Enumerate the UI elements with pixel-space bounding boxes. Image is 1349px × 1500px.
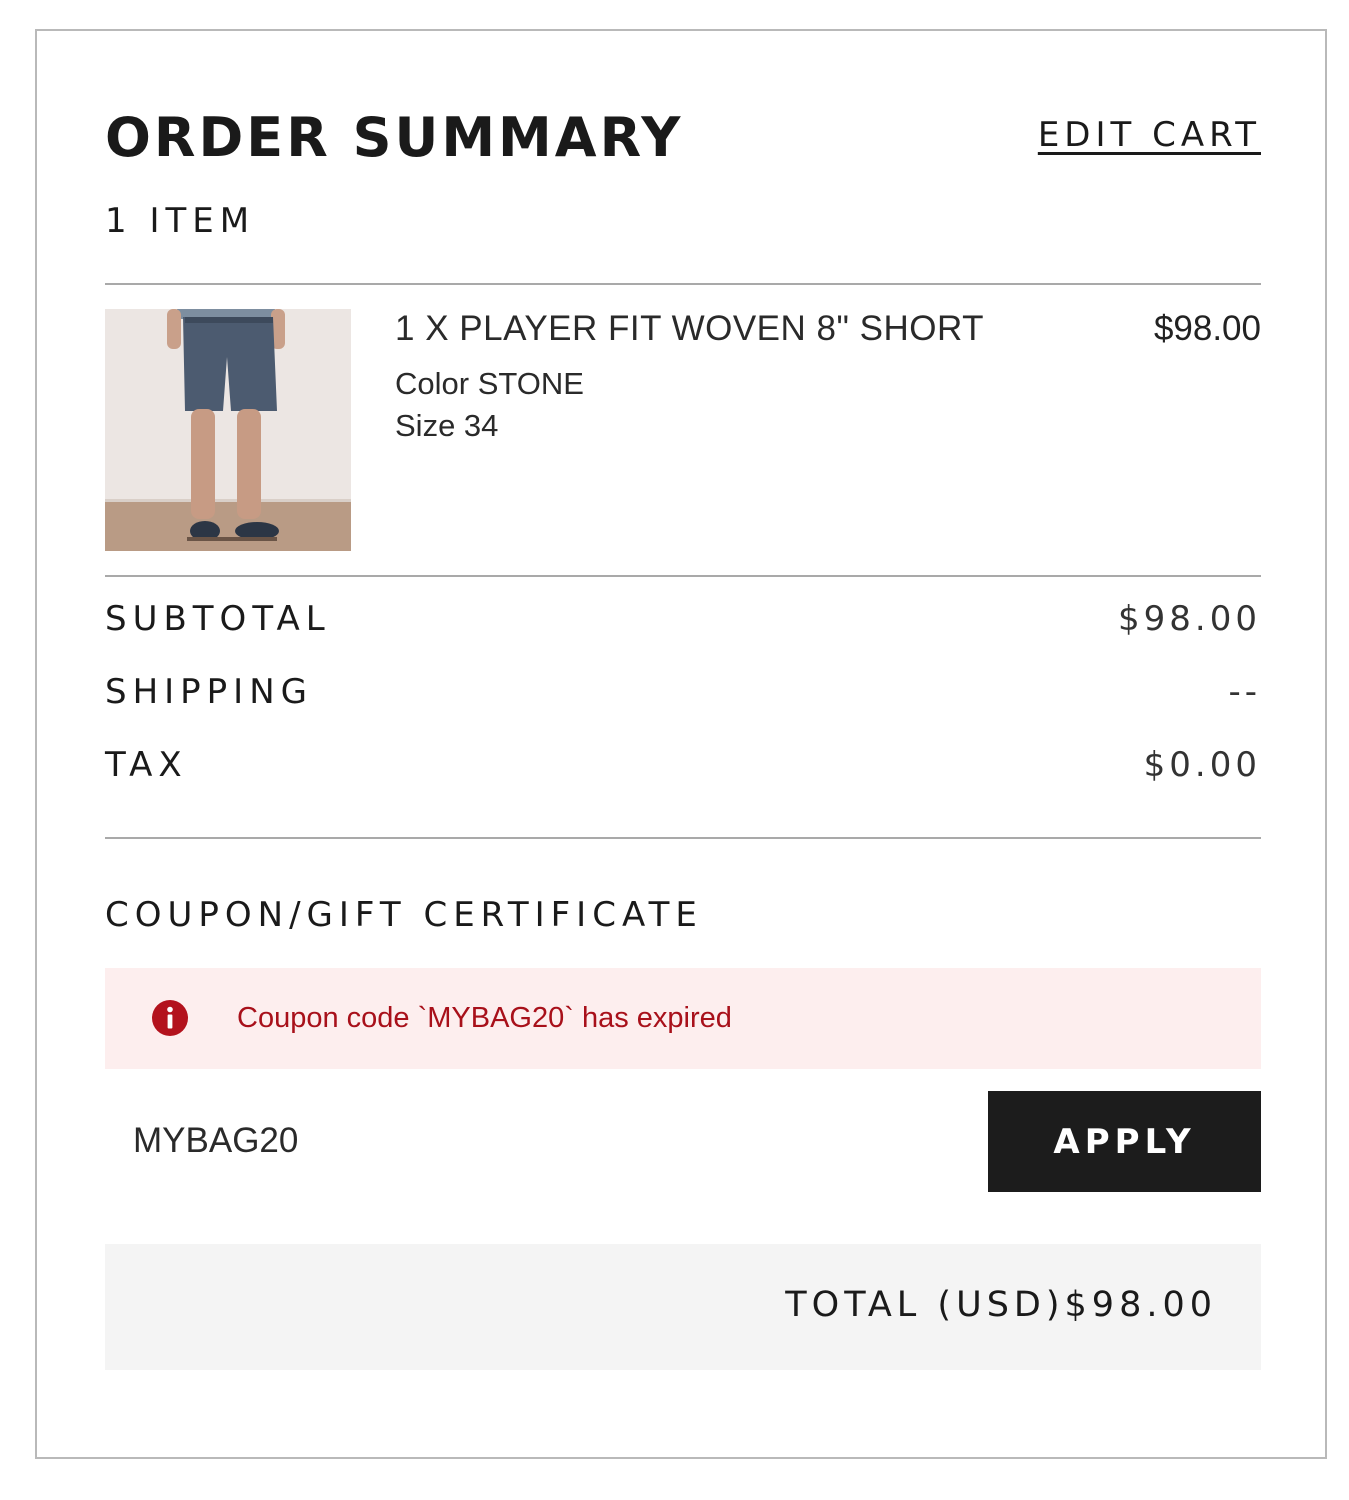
subtotal-row: SUBTOTAL $98.00 [105,595,1261,643]
shipping-value: -- [1228,672,1261,712]
coupon-heading: COUPON/GIFT CERTIFICATE [105,895,703,935]
cart-item: 1 X PLAYER FIT WOVEN 8" SHORT Color STON… [105,309,1261,551]
info-icon [151,999,189,1037]
item-count: 1 ITEM [105,201,256,241]
product-image [105,309,351,551]
apply-coupon-button[interactable]: APPLY [988,1091,1261,1192]
tax-label: TAX [105,745,188,785]
total-box: TOTAL (USD)$98.00 [105,1244,1261,1370]
total-label: TOTAL (USD) [785,1285,1065,1325]
divider [105,283,1261,285]
tax-row: TAX $0.00 [105,741,1261,789]
order-total: TOTAL (USD)$98.00 [785,1244,1217,1366]
edit-cart-link[interactable]: EDIT CART [1038,113,1261,157]
product-color: Color STONE [395,366,584,401]
coupon-error-message: Coupon code `MYBAG20` has expired [237,1002,732,1034]
shipping-label: SHIPPING [105,672,313,712]
product-price: $98.00 [1153,309,1261,348]
product-details: 1 X PLAYER FIT WOVEN 8" SHORT Color STON… [395,309,995,447]
coupon-error-alert: Coupon code `MYBAG20` has expired [105,968,1261,1069]
subtotal-label: SUBTOTAL [105,599,331,639]
coupon-input[interactable] [105,1091,965,1191]
order-summary-card: ORDER SUMMARY EDIT CART 1 ITEM 1 X PLAYE… [35,29,1327,1459]
page-title: ORDER SUMMARY [105,106,684,169]
product-name: 1 X PLAYER FIT WOVEN 8" SHORT [395,309,985,348]
divider [105,837,1261,839]
shipping-row: SHIPPING -- [105,668,1261,716]
divider [105,575,1261,577]
order-summary-header: ORDER SUMMARY EDIT CART [105,103,1261,173]
total-value: $98.00 [1064,1285,1217,1325]
tax-value: $0.00 [1143,745,1261,785]
product-size: Size 34 [395,408,499,443]
subtotal-value: $98.00 [1118,599,1261,639]
